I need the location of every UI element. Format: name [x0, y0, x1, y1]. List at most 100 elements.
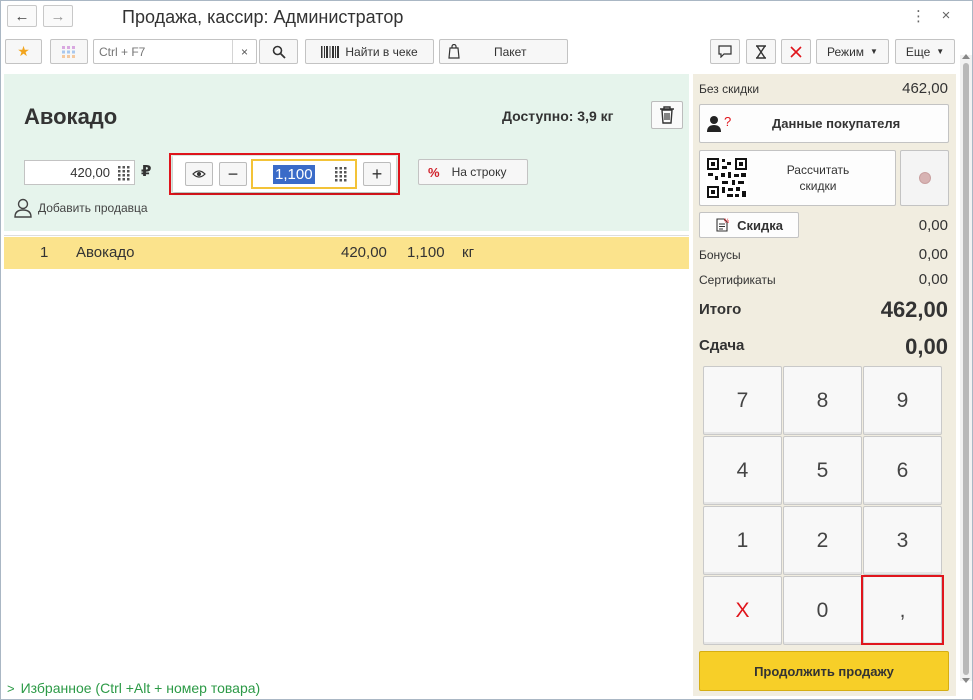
card-reader-button[interactable] — [900, 150, 949, 206]
add-seller-link[interactable]: Добавить продавца — [14, 198, 148, 218]
circle-icon — [918, 172, 931, 184]
qr-code-icon — [706, 157, 748, 199]
certificates-value: 0,00 — [918, 271, 948, 288]
increase-button[interactable]: + — [363, 162, 391, 186]
package-label: Пакет — [494, 44, 527, 59]
find-in-receipt-button[interactable]: Найти в чеке — [305, 39, 434, 64]
price-field[interactable]: 420,00 — [24, 160, 135, 185]
eye-icon — [192, 170, 206, 178]
no-discount-value: 462,00 — [902, 80, 948, 97]
clear-icon[interactable]: × — [232, 40, 256, 63]
comment-icon — [718, 45, 732, 58]
apply-to-row-button[interactable]: % На строку — [418, 159, 528, 185]
price-value: 420,00 — [70, 165, 110, 180]
key-2[interactable]: 2 — [783, 506, 862, 575]
search-icon — [272, 45, 286, 59]
bonuses-value: 0,00 — [918, 246, 948, 263]
decrease-button[interactable]: − — [219, 162, 247, 186]
grid-icon — [62, 45, 75, 58]
mode-label: Режим — [827, 44, 865, 59]
key-1[interactable]: 1 — [703, 506, 782, 575]
window-title: Продажа, кассир: Администратор — [122, 7, 404, 27]
key-comma[interactable]: , — [863, 576, 942, 645]
bonuses-label: Бонусы — [699, 248, 741, 262]
delete-button[interactable] — [651, 101, 683, 129]
cross-icon — [790, 45, 802, 58]
star-icon: ★ — [17, 43, 30, 59]
favorites-toggle[interactable]: > Избранное (Ctrl +Alt + номер товара) — [7, 680, 260, 696]
row-name: Авокадо — [76, 244, 135, 261]
chevron-right-icon: > — [7, 680, 15, 696]
barcode-icon — [321, 45, 340, 58]
vertical-scrollbar[interactable] — [960, 54, 972, 683]
caret-down-icon: ▼ — [936, 47, 945, 56]
discount-button[interactable]: % Скидка — [699, 212, 799, 238]
search-button[interactable] — [259, 39, 298, 64]
find-in-receipt-label: Найти в чеке — [345, 44, 418, 59]
product-name: Авокадо — [24, 104, 118, 129]
toolbar: ★ × Найти в чеке Пакет — [1, 37, 972, 67]
package-button[interactable]: Пакет — [439, 39, 568, 64]
summary-panel: Без скидки 462,00 ? Данные покупателя Ра… — [693, 74, 956, 696]
keypad-icon[interactable] — [333, 166, 349, 182]
discount-value: 0,00 — [918, 217, 948, 234]
scrollbar-thumb[interactable] — [963, 63, 969, 675]
svg-text:%: % — [724, 219, 729, 225]
available-quantity: Доступно: 3,9 кг — [502, 108, 614, 124]
quantity-value: 1,100 — [273, 165, 315, 184]
key-5[interactable]: 5 — [783, 436, 862, 505]
caret-down-icon: ▼ — [870, 47, 878, 56]
favorites-button[interactable]: ★ — [5, 39, 42, 64]
key-clear[interactable]: X — [703, 576, 782, 645]
back-button[interactable]: ← — [7, 5, 37, 27]
key-4[interactable]: 4 — [703, 436, 782, 505]
mode-dropdown[interactable]: Режим ▼ — [816, 39, 889, 64]
key-7[interactable]: 7 — [703, 366, 782, 435]
catalog-button[interactable] — [50, 39, 88, 64]
customer-question-icon: ? — [707, 114, 731, 132]
hourglass-button[interactable] — [746, 39, 776, 64]
total-value: 462,00 — [880, 297, 948, 322]
key-6[interactable]: 6 — [863, 436, 942, 505]
product-panel: Авокадо Доступно: 3,9 кг 420,00 ₽ − 1,10… — [4, 74, 689, 231]
plus-icon: + — [371, 163, 383, 184]
key-3[interactable]: 3 — [863, 506, 942, 575]
view-button[interactable] — [185, 162, 213, 186]
more-menu-icon[interactable]: ⋮ — [911, 7, 926, 25]
forward-button[interactable]: → — [43, 5, 73, 27]
change-label: Сдача — [699, 337, 745, 354]
row-price: 420,00 — [341, 244, 387, 261]
search-input[interactable] — [94, 40, 230, 63]
no-discount-label: Без скидки — [699, 82, 760, 96]
apply-to-row-label: На строку — [451, 165, 507, 179]
key-0[interactable]: 0 — [783, 576, 862, 645]
change-value: 0,00 — [905, 334, 948, 359]
numeric-keypad: 7 8 9 4 5 6 1 2 3 X 0 , — [703, 366, 944, 647]
quantity-input[interactable]: 1,100 — [251, 159, 357, 189]
total-label: Итого — [699, 301, 742, 318]
quantity-highlight-frame: − 1,100 + — [169, 153, 400, 195]
arrow-right-icon: → — [50, 7, 66, 25]
discount-label: Скидка — [737, 217, 783, 233]
key-8[interactable]: 8 — [783, 366, 862, 435]
table-row[interactable]: 1 Авокадо 420,00 1,100 кг — [4, 237, 689, 269]
scroll-down-icon[interactable] — [962, 678, 970, 683]
favorites-label: Избранное (Ctrl +Alt + номер товара) — [20, 680, 261, 696]
keypad-icon[interactable] — [116, 165, 132, 181]
scroll-up-icon[interactable] — [962, 54, 970, 59]
close-icon[interactable]: × — [939, 7, 953, 24]
customer-data-button[interactable]: ? Данные покупателя — [699, 104, 949, 143]
customer-data-label: Данные покупателя — [772, 116, 901, 131]
cancel-receipt-button[interactable] — [781, 39, 811, 64]
person-icon — [14, 198, 32, 218]
bag-icon — [448, 44, 460, 59]
continue-sale-button[interactable]: Продолжить продажу — [699, 651, 949, 691]
key-9[interactable]: 9 — [863, 366, 942, 435]
minus-icon: − — [227, 163, 239, 184]
quantity-stepper: − 1,100 + — [173, 156, 396, 192]
search-field[interactable]: × — [93, 39, 257, 64]
calculate-discounts-button[interactable]: Рассчитать скидки — [699, 150, 896, 206]
more-dropdown[interactable]: Еще ▼ — [895, 39, 955, 64]
comment-button[interactable] — [710, 39, 740, 64]
svg-text:?: ? — [724, 114, 731, 129]
